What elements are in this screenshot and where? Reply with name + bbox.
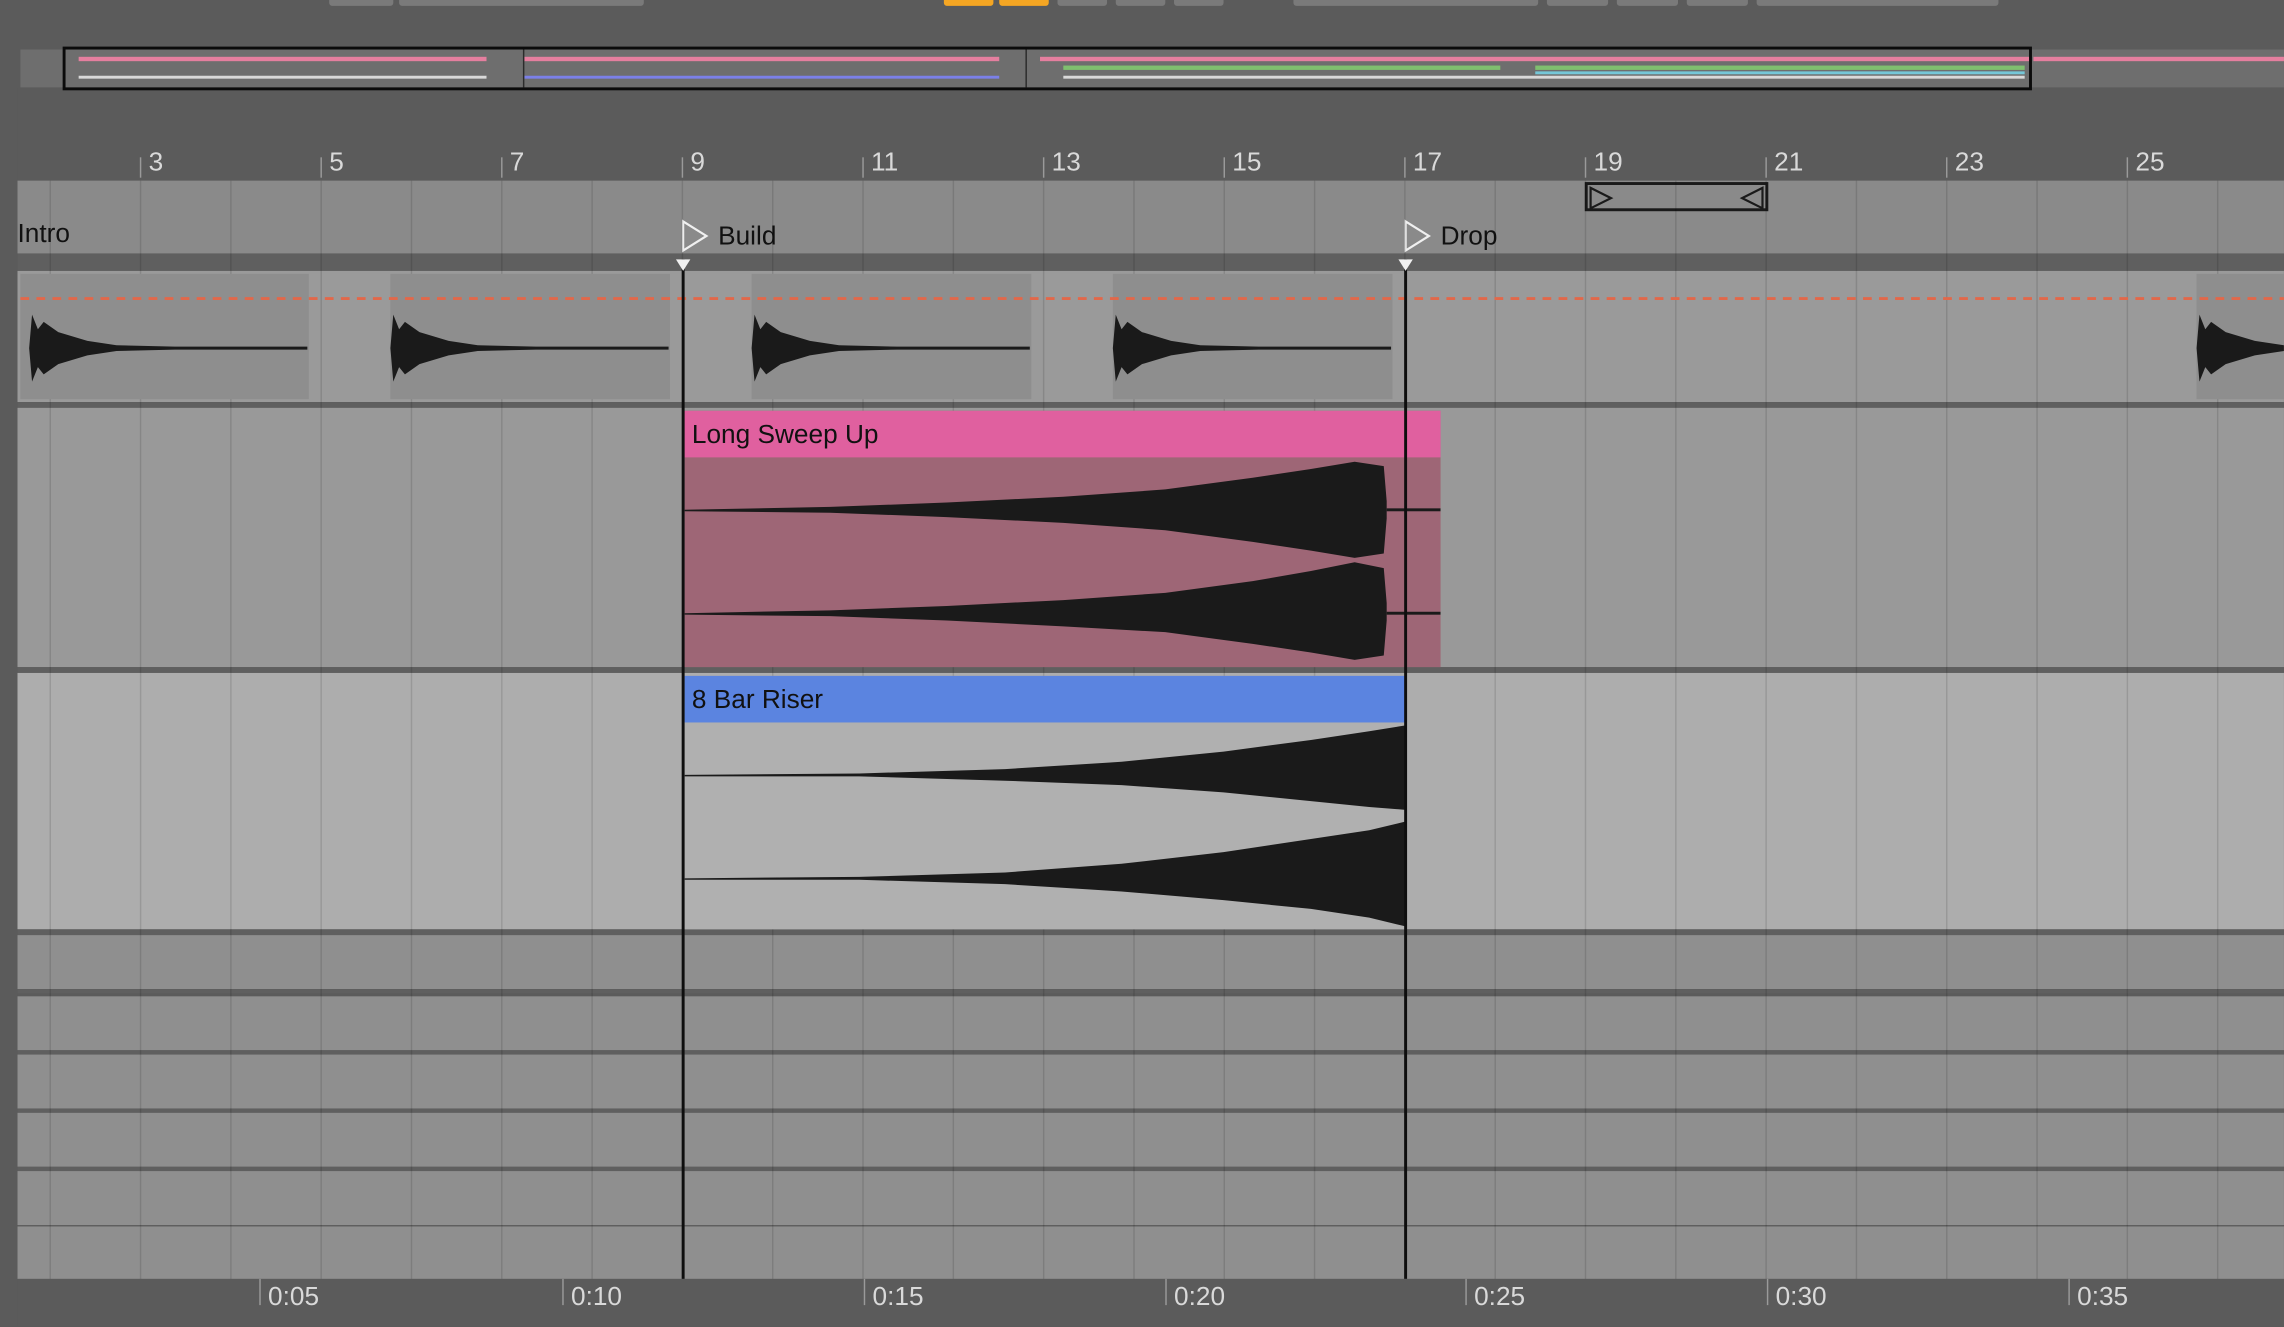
time-ruler[interactable] [17,1278,2284,1327]
overview-visible-range[interactable] [62,46,2032,91]
bar-tick [1042,157,1045,178]
toolbar-button[interactable] [1616,0,1679,6]
bar-tick [139,157,142,178]
bar-number: 17 [1412,147,1443,177]
locator-build[interactable]: Build [682,218,813,253]
bar-tick [1404,157,1406,178]
toolbar-field[interactable] [1756,0,1999,6]
bar-number: 15 [1232,147,1262,177]
time-label: 0:30 [1775,1281,1827,1311]
time-label: 0:10 [570,1281,623,1311]
locator-drop[interactable]: Drop [1404,218,1535,253]
marker-triangle-icon [1398,259,1413,271]
bar-tick [1946,157,1948,178]
locator-intro-label: Intro [17,218,70,248]
bar-tick [320,157,322,178]
locator-drop-label: Drop [1440,221,1498,251]
riser-waveform [684,725,1406,927]
locator-triangle-icon [682,219,709,253]
bar-number: 21 [1774,147,1804,177]
toolbar-button[interactable] [329,0,394,6]
empty-track[interactable] [17,996,2284,1051]
bar-number: 13 [1051,147,1081,177]
time-tick [1465,1278,1467,1306]
bar-tick [1765,157,1767,178]
bar-number: 11 [871,147,899,177]
time-tick [259,1278,261,1306]
bar-ruler[interactable] [17,128,2283,180]
locator-triangle-icon [1404,219,1431,253]
bar-number: 19 [1593,147,1623,177]
time-label: 0:20 [1174,1281,1226,1311]
empty-track[interactable] [17,1112,2284,1167]
locator-lane[interactable] [17,180,2284,254]
empty-track[interactable] [17,1171,2284,1226]
locator-build-label: Build [718,221,777,251]
clip-long-sweep-up-header[interactable]: Long Sweep Up [684,410,1441,458]
clip-long-sweep-up[interactable]: Long Sweep Up [684,410,1441,668]
toolbar-toggle-active[interactable] [999,0,1049,6]
toolbar-toggle-active[interactable] [943,0,994,6]
toolbar-button[interactable] [1546,0,1609,6]
bar-number: 25 [2135,147,2165,177]
toolbar-button[interactable] [1115,0,1166,6]
bar-tick [501,157,503,178]
bar-number: 9 [690,147,706,177]
bar-number: 7 [509,147,525,177]
bar-tick [681,157,684,178]
bar-number: 3 [148,147,164,177]
empty-track[interactable] [17,1226,2284,1279]
empty-track[interactable] [17,1054,2284,1109]
clip-8-bar-riser-header[interactable]: 8 Bar Riser [684,675,1406,723]
bar-tick [2126,157,2129,178]
time-label: 0:25 [1474,1281,1526,1311]
bar-tick [1223,157,1226,178]
insert-marker-build[interactable] [681,259,685,1279]
time-label: 0:15 [872,1281,924,1311]
time-tick [1766,1278,1769,1306]
bar-tick [862,157,864,178]
time-tick [863,1278,866,1306]
empty-track[interactable] [17,935,2284,990]
time-label: 0:35 [2077,1281,2129,1311]
time-label: 0:05 [268,1281,320,1311]
insert-marker-drop[interactable] [1404,259,1408,1279]
loop-start-icon [1589,186,1764,211]
toolbar-field[interactable] [399,0,644,6]
time-tick [562,1278,564,1306]
time-tick [1165,1278,1167,1306]
clip-8-bar-riser[interactable]: 8 Bar Riser [684,675,1406,930]
bar-tick [1584,157,1587,178]
marker-triangle-icon [675,259,691,271]
toolbar-button[interactable] [1686,0,1748,6]
toolbar-button[interactable] [1174,0,1224,6]
time-tick [2068,1278,2070,1306]
bar-number: 5 [329,147,344,177]
impact-waveforms [20,297,2284,382]
toolbar-button[interactable] [1057,0,1108,6]
bar-number: 23 [1954,147,1984,177]
sweep-waveform [684,461,1441,660]
toolbar-field[interactable] [1293,0,1539,6]
